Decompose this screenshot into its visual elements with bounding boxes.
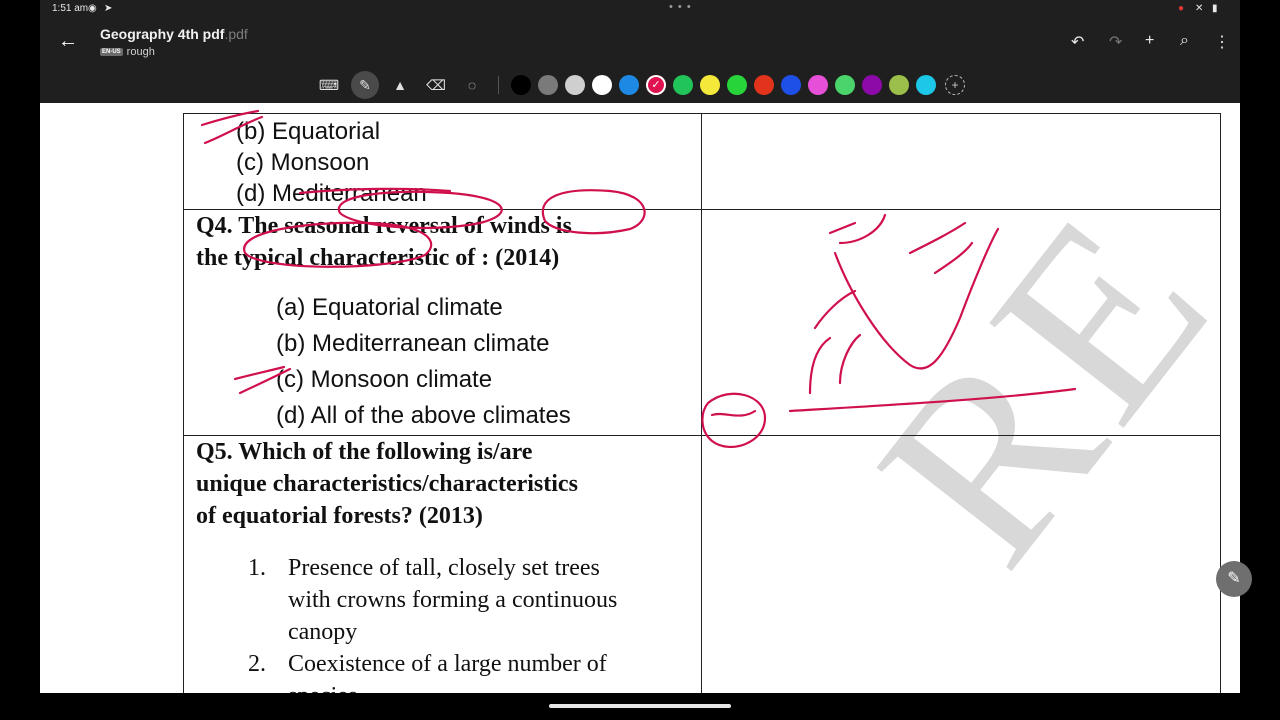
- item-number: 2.: [248, 651, 266, 677]
- more-options-icon[interactable]: ⋮: [1214, 32, 1230, 52]
- pen-tool-icon[interactable]: ✎: [351, 71, 379, 99]
- back-arrow-icon[interactable]: ←: [58, 30, 78, 53]
- color-swatch[interactable]: [781, 75, 801, 95]
- app-bar: ← Geography 4th pdf.pdf EN-US rough ↶ ↷ +…: [40, 18, 1240, 67]
- title-text: Geography 4th pdf: [100, 26, 225, 42]
- status-time: 1:51 am: [52, 3, 89, 14]
- notes-cell-1: [701, 113, 1221, 210]
- mute-icon: ✕: [1195, 3, 1204, 14]
- q4-option-a: (a) Equatorial climate: [276, 294, 503, 321]
- item-2-line-2: species: [288, 680, 701, 693]
- more-dots-icon: • • •: [669, 1, 692, 13]
- color-swatch[interactable]: [565, 75, 585, 95]
- q5-cell: Q5. Which of the following is/are unique…: [183, 435, 702, 693]
- color-swatch[interactable]: [592, 75, 612, 95]
- color-swatch[interactable]: ✓: [646, 75, 666, 95]
- gesture-bar[interactable]: [549, 704, 731, 708]
- title-extension: .pdf: [224, 26, 248, 42]
- color-swatch[interactable]: [511, 75, 531, 95]
- q4-option-c: (c) Monsoon climate: [276, 366, 493, 393]
- undo-icon[interactable]: ↶: [1071, 32, 1084, 52]
- color-swatch[interactable]: [889, 75, 909, 95]
- color-swatch[interactable]: [673, 75, 693, 95]
- screen-record-icon: ●: [1178, 3, 1185, 14]
- pdf-page[interactable]: RE (b) Equatorial (c) Monsoon (d) Medite…: [40, 103, 1240, 693]
- q5-line3: of equatorial forests? (2013): [196, 503, 483, 529]
- item-number: 1.: [248, 555, 266, 581]
- question-table: (b) Equatorial (c) Monsoon (d) Mediterra…: [183, 113, 1221, 693]
- color-swatch[interactable]: [538, 75, 558, 95]
- status-bar: 1:51 am ◉ ➤ • • • ● ✕ ▮: [40, 0, 1240, 18]
- color-swatch[interactable]: [808, 75, 828, 95]
- item-1-line-1: Presence of tall, closely set trees: [288, 555, 600, 581]
- q4-option-b: (b) Mediterranean climate: [276, 330, 550, 357]
- item-1-line-2: with crowns forming a continuous: [288, 587, 618, 613]
- eraser-icon[interactable]: ⌫: [424, 73, 448, 97]
- color-swatch[interactable]: [619, 75, 639, 95]
- color-swatch[interactable]: [727, 75, 747, 95]
- subtitle-text: rough: [126, 46, 155, 58]
- highlighter-icon[interactable]: ▲: [388, 73, 412, 97]
- telegram-icon: ➤: [104, 3, 113, 14]
- color-swatch[interactable]: [700, 75, 720, 95]
- notes-cell-2: [701, 209, 1221, 436]
- redo-icon[interactable]: ↷: [1109, 32, 1122, 52]
- add-icon[interactable]: +: [1145, 32, 1154, 50]
- q4-line1: Q4. The seasonal reversal of winds is: [196, 213, 572, 239]
- color-swatch[interactable]: [835, 75, 855, 95]
- notes-cell-3: [701, 435, 1221, 693]
- item-1-line-3: canopy: [288, 619, 358, 645]
- option-d: (d) Mediterranean: [236, 180, 427, 207]
- q4-line2: the typical characteristic of : (2014): [196, 245, 560, 271]
- edit-pen-button[interactable]: ✎: [1216, 561, 1252, 597]
- q5-item-1: 1. Presence of tall, closely set trees w…: [196, 552, 701, 648]
- lasso-icon[interactable]: ◌: [460, 73, 484, 97]
- selected-check-icon: ✓: [651, 79, 661, 91]
- color-swatch[interactable]: [754, 75, 774, 95]
- q4-option-d: (d) All of the above climates: [276, 402, 571, 429]
- option-c: (c) Monsoon: [236, 149, 370, 176]
- q5-line2: unique characteristics/characteristics: [196, 471, 578, 497]
- q5-line1: Q5. Which of the following is/are: [196, 439, 533, 465]
- add-color-icon[interactable]: +: [945, 75, 965, 95]
- keyboard-icon[interactable]: ⌨: [317, 73, 341, 97]
- record-icon: ◉: [88, 3, 97, 14]
- document-title: Geography 4th pdf.pdf: [100, 26, 248, 42]
- document-subtitle: EN-US rough: [100, 46, 155, 58]
- color-swatch[interactable]: [862, 75, 882, 95]
- annotation-toolbar: ⌨ ✎ ▲ ⌫ ◌ ✓ +: [40, 67, 1240, 103]
- option-b: (b) Equatorial: [236, 118, 381, 145]
- color-swatch[interactable]: [916, 75, 936, 95]
- battery-icon: ▮: [1212, 3, 1218, 14]
- search-icon[interactable]: ⌕: [1180, 32, 1189, 50]
- prev-question-cell: (b) Equatorial (c) Monsoon (d) Mediterra…: [183, 113, 702, 210]
- q5-item-2: 2. Coexistence of a large number of spec…: [196, 648, 701, 693]
- language-tag: EN-US: [100, 48, 123, 57]
- q4-cell: Q4. The seasonal reversal of winds is th…: [183, 209, 702, 436]
- item-2-line-1: Coexistence of a large number of: [288, 651, 607, 677]
- toolbar-divider: [498, 76, 499, 94]
